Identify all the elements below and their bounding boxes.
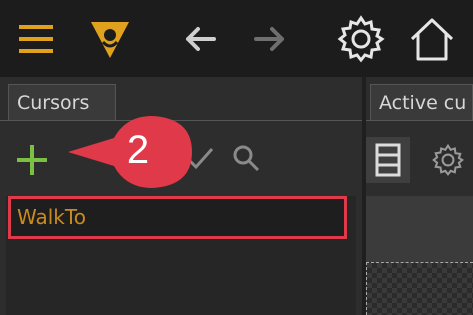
list-item[interactable]: WalkTo: [8, 196, 347, 239]
tab-strip-line: [366, 120, 473, 121]
arrow-right-icon[interactable]: [248, 0, 292, 77]
hamburger-menu-icon[interactable]: [12, 0, 62, 77]
home-icon[interactable]: [404, 0, 460, 77]
top-toolbar: [0, 0, 473, 77]
step-number: 2: [126, 128, 150, 172]
app-logo-icon: [84, 0, 136, 77]
preview-settings-gear-icon[interactable]: [428, 140, 468, 180]
gear-icon[interactable]: [334, 0, 388, 77]
arrow-left-icon[interactable]: [178, 0, 222, 77]
plus-icon[interactable]: [12, 140, 52, 180]
film-icon[interactable]: [366, 137, 410, 183]
search-icon[interactable]: [228, 140, 264, 176]
preview-canvas[interactable]: [366, 262, 473, 315]
tab-active-cursor[interactable]: Active cu: [370, 84, 473, 120]
